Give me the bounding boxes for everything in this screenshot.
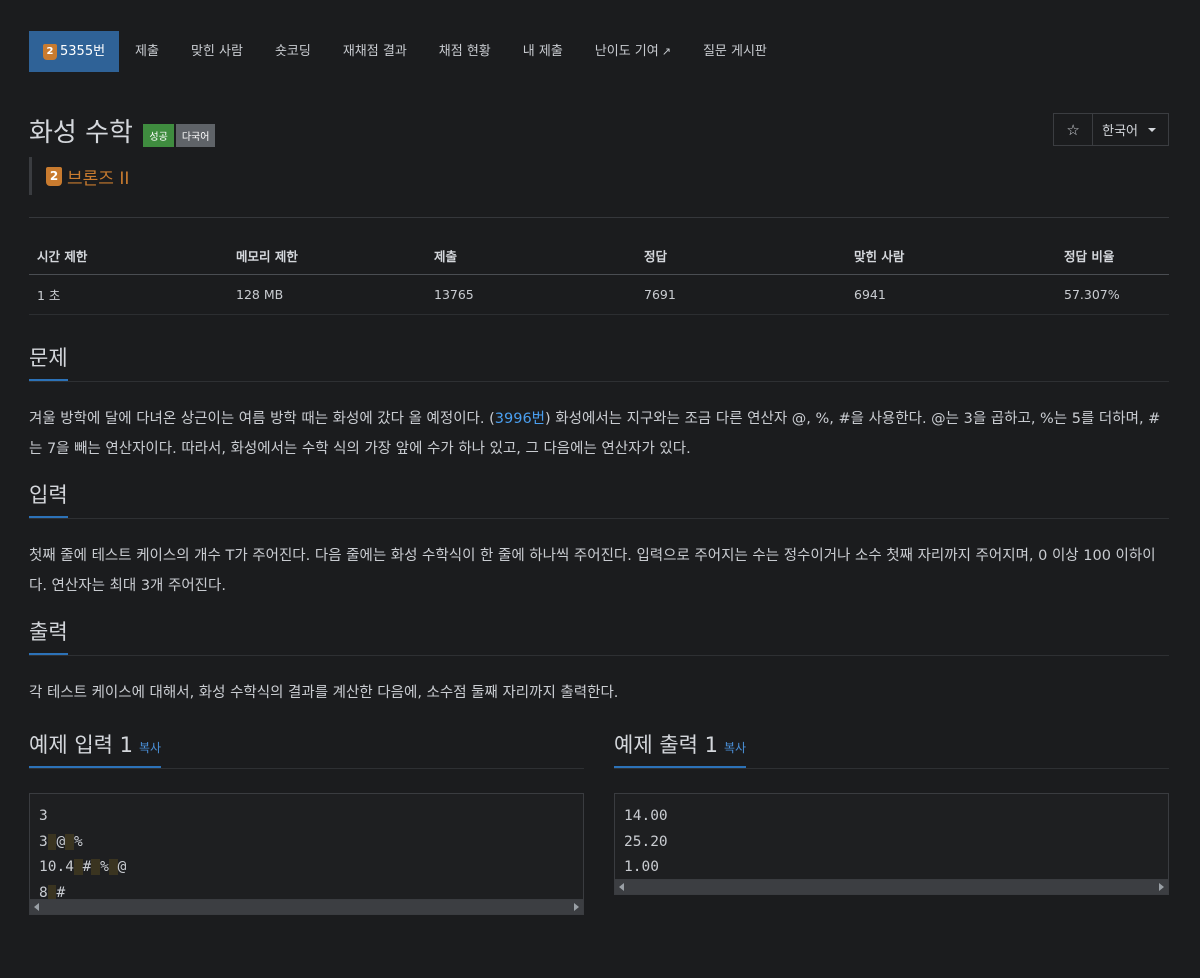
copy-input-button[interactable]: 복사: [139, 741, 161, 755]
whitespace-highlight: [91, 859, 101, 876]
scroll-right-icon: [1159, 883, 1164, 891]
horizontal-scrollbar[interactable]: [29, 900, 584, 915]
problem-description: 겨울 방학에 달에 다녀온 상근이는 여름 방학 때는 화성에 갔다 올 예정이…: [29, 404, 1169, 464]
tab-status[interactable]: 채점 현황: [423, 31, 507, 72]
sample-input-heading: 예제 입력 1 복사: [29, 730, 162, 768]
whitespace-highlight: [108, 859, 118, 876]
problem-page: 2 5355번 제출 맞힌 사람 숏코딩 재채점 결과 채점 현황 내 제출 난…: [29, 31, 1169, 915]
header-submissions: 제출: [426, 237, 636, 275]
scroll-right-icon: [574, 903, 579, 911]
time-limit-value: 1 초: [29, 274, 228, 315]
whitespace-highlight: [47, 885, 57, 899]
header-solvers: 맞힌 사람: [846, 237, 1056, 275]
memory-limit-value: 128 MB: [228, 274, 426, 315]
sample-line: 14.00: [624, 808, 668, 824]
tab-my-submissions[interactable]: 내 제출: [507, 31, 579, 72]
problem-section: 문제 겨울 방학에 달에 다녀온 상근이는 여름 방학 때는 화성에 갔다 올 …: [29, 343, 1169, 464]
tab-board[interactable]: 질문 게시판: [687, 31, 783, 72]
star-button[interactable]: ☆: [1054, 114, 1094, 145]
tab-problem-label: 5355번: [60, 44, 106, 59]
related-problem-link[interactable]: 3996번: [495, 411, 545, 427]
chevron-down-icon: [1148, 127, 1156, 132]
tier-info: 2 브론즈 II: [29, 157, 1169, 195]
sample-output-box[interactable]: 14.00 25.20 1.00: [614, 793, 1169, 880]
accepted-value: 7691: [636, 274, 846, 315]
tab-difficulty[interactable]: 난이도 기여 ↗: [579, 31, 687, 72]
output-description: 각 테스트 케이스에 대해서, 화성 수학식의 결과를 계산한 다음에, 소수점…: [29, 685, 619, 701]
section-header: 예제 출력 1 복사: [614, 730, 1169, 769]
tab-problem[interactable]: 2 5355번: [29, 31, 120, 72]
sample-line: 3: [39, 808, 48, 824]
output-section: 출력 각 테스트 케이스에 대해서, 화성 수학식의 결과를 계산한 다음에, …: [29, 617, 1169, 708]
section-header: 입력: [29, 480, 1169, 519]
multilang-badge: 다국어: [175, 124, 216, 147]
sample-input-title: 예제 입력 1: [29, 733, 133, 757]
star-icon: ☆: [1066, 120, 1080, 139]
solvers-value: 6941: [846, 274, 1056, 315]
horizontal-scrollbar[interactable]: [614, 880, 1169, 895]
scroll-left-icon: [619, 883, 624, 891]
problem-nav: 2 5355번 제출 맞힌 사람 숏코딩 재채점 결과 채점 현황 내 제출 난…: [29, 31, 1169, 72]
tab-submit[interactable]: 제출: [119, 31, 175, 72]
tab-solvers[interactable]: 맞힌 사람: [175, 31, 259, 72]
tier-name[interactable]: 브론즈 II: [67, 164, 129, 189]
table-header-row: 시간 제한 메모리 제한 제출 정답 맞힌 사람 정답 비율: [29, 237, 1169, 275]
sample-output-panel: 예제 출력 1 복사 14.00 25.20 1.00: [614, 730, 1169, 915]
success-badge: 성공: [143, 124, 174, 147]
section-header: 출력: [29, 617, 1169, 656]
whitespace-highlight: [73, 859, 83, 876]
submissions-value: 13765: [426, 274, 636, 315]
tab-rejudge[interactable]: 재채점 결과: [327, 31, 423, 72]
external-link-icon: ↗: [661, 45, 671, 58]
header-time-limit: 시간 제한: [29, 237, 228, 275]
section-header: 문제: [29, 343, 1169, 382]
title-row: 화성 수학 성공 다국어 ☆ 한국어: [29, 112, 1169, 150]
sample-output-heading: 예제 출력 1 복사: [614, 730, 747, 768]
bronze-tier-icon: 2: [43, 43, 57, 60]
problem-text: 겨울 방학에 달에 다녀온 상근이는 여름 방학 때는 화성에 갔다 올 예정이…: [29, 411, 495, 427]
whitespace-highlight: [47, 833, 57, 850]
problem-stats-table: 시간 제한 메모리 제한 제출 정답 맞힌 사람 정답 비율 1 초 128 M…: [29, 237, 1169, 315]
ratio-value: 57.307%: [1056, 274, 1169, 315]
sample-line: 1.00: [624, 859, 659, 876]
tab-short-coding[interactable]: 숏코딩: [259, 31, 327, 72]
sample-input-box[interactable]: 3 3 @ % 10.4 # % @ 8 #: [29, 793, 584, 900]
page-title: 화성 수학: [29, 118, 133, 148]
language-dropdown[interactable]: 한국어: [1093, 114, 1168, 145]
sample-output-title: 예제 출력 1: [614, 733, 718, 757]
input-section: 입력 첫째 줄에 테스트 케이스의 개수 T가 주어진다. 다음 줄에는 화성 …: [29, 480, 1169, 601]
header-memory-limit: 메모리 제한: [228, 237, 426, 275]
input-description: 첫째 줄에 테스트 케이스의 개수 T가 주어진다. 다음 줄에는 화성 수학식…: [29, 548, 1156, 594]
output-heading: 출력: [29, 617, 68, 655]
divider: [29, 217, 1169, 218]
language-label: 한국어: [1102, 124, 1138, 139]
scroll-left-icon: [34, 903, 39, 911]
tab-difficulty-label: 난이도 기여: [594, 44, 659, 59]
whitespace-highlight: [65, 833, 74, 850]
header-ratio: 정답 비율: [1056, 237, 1169, 275]
sample-line: 25.20: [624, 833, 668, 850]
copy-output-button[interactable]: 복사: [724, 741, 746, 755]
header-accepted: 정답: [636, 237, 846, 275]
sample-input-panel: 예제 입력 1 복사 3 3 @ % 10.4 # % @ 8 #: [29, 730, 584, 915]
bronze-tier-icon: 2: [46, 166, 62, 186]
section-header: 예제 입력 1 복사: [29, 730, 584, 769]
input-heading: 입력: [29, 480, 68, 518]
table-row: 1 초 128 MB 13765 7691 6941 57.307%: [29, 274, 1169, 315]
title-controls: ☆ 한국어: [1053, 113, 1169, 146]
problem-heading: 문제: [29, 343, 68, 381]
examples: 예제 입력 1 복사 3 3 @ % 10.4 # % @ 8 # 예제 출력 1…: [29, 730, 1169, 915]
